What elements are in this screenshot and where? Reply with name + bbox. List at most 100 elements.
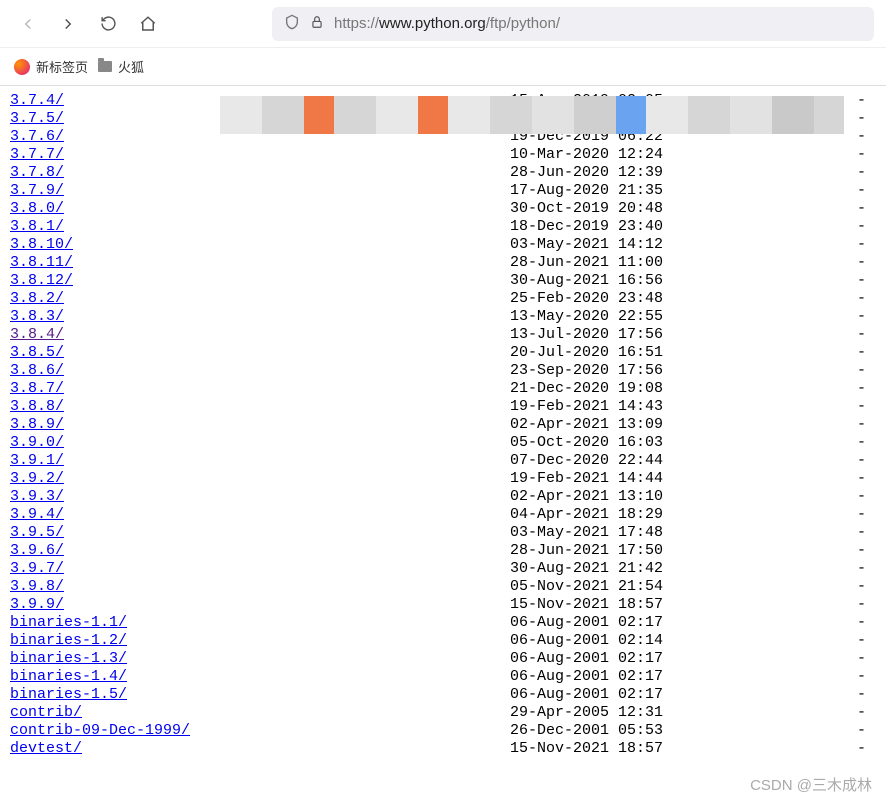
size-cell: - [790,686,876,704]
directory-link[interactable]: 3.9.5/ [10,524,64,541]
date-cell: 19-Feb-2021 14:44 [510,470,790,488]
listing-row: 3.9.2/19-Feb-2021 14:44- [10,470,876,488]
size-cell: - [790,416,876,434]
date-cell: 29-Apr-2005 12:31 [510,704,790,722]
directory-link[interactable]: 3.9.8/ [10,578,64,595]
directory-link[interactable]: binaries-1.3/ [10,650,127,667]
directory-link[interactable]: contrib/ [10,704,82,721]
tab-chunk[interactable] [532,96,574,134]
size-cell: - [790,146,876,164]
size-cell: - [790,596,876,614]
directory-link[interactable]: 3.8.9/ [10,416,64,433]
date-cell: 07-Dec-2020 22:44 [510,452,790,470]
directory-link[interactable]: 3.8.1/ [10,218,64,235]
bookmark-folder[interactable]: 火狐 [98,57,144,76]
directory-link[interactable]: 3.8.0/ [10,200,64,217]
directory-link[interactable]: 3.8.11/ [10,254,73,271]
directory-link[interactable]: 3.8.8/ [10,398,64,415]
directory-link[interactable]: 3.7.7/ [10,146,64,163]
bookmark-new-tab[interactable]: 新标签页 [14,57,88,76]
date-cell: 30-Aug-2021 16:56 [510,272,790,290]
size-cell: - [790,488,876,506]
size-cell: - [790,308,876,326]
listing-row: 3.9.4/04-Apr-2021 18:29- [10,506,876,524]
date-cell: 06-Aug-2001 02:17 [510,686,790,704]
browser-toolbar: https://www.python.org/ftp/python/ [0,0,886,48]
tab-chunk[interactable] [574,96,616,134]
size-cell: - [790,704,876,722]
directory-link[interactable]: 3.8.3/ [10,308,64,325]
tab-chunk[interactable] [814,96,844,134]
size-cell: - [790,740,876,758]
size-cell: - [790,470,876,488]
reload-button[interactable] [92,8,124,40]
directory-link[interactable]: 3.7.4/ [10,92,64,109]
directory-link[interactable]: 3.9.7/ [10,560,64,577]
directory-link[interactable]: binaries-1.4/ [10,668,127,685]
directory-link[interactable]: binaries-1.2/ [10,632,127,649]
directory-link[interactable]: 3.9.2/ [10,470,64,487]
directory-link[interactable]: 3.9.4/ [10,506,64,523]
forward-button[interactable] [52,8,84,40]
url-bar[interactable]: https://www.python.org/ftp/python/ [272,7,874,41]
directory-link[interactable]: 3.8.7/ [10,380,64,397]
tab-chunk[interactable] [646,96,688,134]
listing-row: binaries-1.2/06-Aug-2001 02:14- [10,632,876,650]
listing-row: 3.9.8/05-Nov-2021 21:54- [10,578,876,596]
date-cell: 04-Apr-2021 18:29 [510,506,790,524]
directory-link[interactable]: binaries-1.1/ [10,614,127,631]
directory-link[interactable]: 3.8.4/ [10,326,64,343]
date-cell: 05-Nov-2021 21:54 [510,578,790,596]
directory-link[interactable]: devtest/ [10,740,82,757]
bookmark-label: 火狐 [118,57,144,76]
tab-chunk[interactable] [490,96,532,134]
listing-row: 3.7.8/28-Jun-2020 12:39- [10,164,876,182]
date-cell: 15-Nov-2021 18:57 [510,596,790,614]
date-cell: 26-Dec-2001 05:53 [510,722,790,740]
date-cell: 19-Feb-2021 14:43 [510,398,790,416]
directory-link[interactable]: 3.9.1/ [10,452,64,469]
directory-link[interactable]: 3.9.0/ [10,434,64,451]
tab-chunk[interactable] [334,96,376,134]
tab-chunk[interactable] [418,96,448,134]
date-cell: 06-Aug-2001 02:17 [510,668,790,686]
date-cell: 17-Aug-2020 21:35 [510,182,790,200]
directory-link[interactable]: 3.7.8/ [10,164,64,181]
directory-link[interactable]: 3.9.6/ [10,542,64,559]
tab-chunk[interactable] [220,96,262,134]
directory-link[interactable]: 3.8.2/ [10,290,64,307]
back-button[interactable] [12,8,44,40]
listing-row: 3.8.9/02-Apr-2021 13:09- [10,416,876,434]
directory-link[interactable]: 3.8.6/ [10,362,64,379]
directory-link[interactable]: 3.7.5/ [10,110,64,127]
directory-link[interactable]: binaries-1.5/ [10,686,127,703]
directory-link[interactable]: 3.9.9/ [10,596,64,613]
listing-row: 3.7.7/10-Mar-2020 12:24- [10,146,876,164]
listing-row: 3.9.9/15-Nov-2021 18:57- [10,596,876,614]
directory-link[interactable]: contrib-09-Dec-1999/ [10,722,190,739]
listing-row: binaries-1.5/06-Aug-2001 02:17- [10,686,876,704]
tab-chunk[interactable] [262,96,304,134]
tab-chunk[interactable] [772,96,814,134]
tab-chunk[interactable] [376,96,418,134]
directory-link[interactable]: 3.8.5/ [10,344,64,361]
tab-chunk[interactable] [304,96,334,134]
date-cell: 20-Jul-2020 16:51 [510,344,790,362]
date-cell: 06-Aug-2001 02:17 [510,614,790,632]
tab-chunk[interactable] [448,96,490,134]
listing-row: 3.8.11/28-Jun-2021 11:00- [10,254,876,272]
tab-chunk[interactable] [730,96,772,134]
home-button[interactable] [132,8,164,40]
date-cell: 25-Feb-2020 23:48 [510,290,790,308]
tab-chunk[interactable] [616,96,646,134]
directory-link[interactable]: 3.8.12/ [10,272,73,289]
date-cell: 05-Oct-2020 16:03 [510,434,790,452]
size-cell: - [790,362,876,380]
tab-chunk[interactable] [688,96,730,134]
bookmarks-bar: 新标签页 火狐 [0,48,886,86]
directory-link[interactable]: 3.7.9/ [10,182,64,199]
directory-link[interactable]: 3.8.10/ [10,236,73,253]
directory-link[interactable]: 3.7.6/ [10,128,64,145]
date-cell: 21-Dec-2020 19:08 [510,380,790,398]
directory-link[interactable]: 3.9.3/ [10,488,64,505]
